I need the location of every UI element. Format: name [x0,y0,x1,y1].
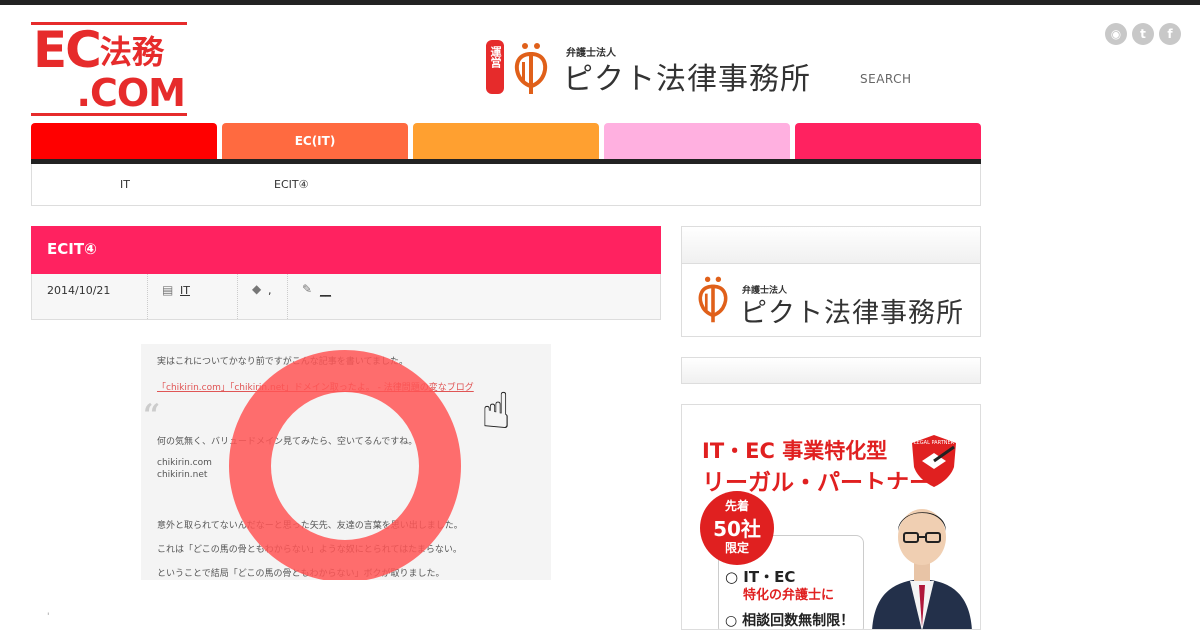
nav-tab-1[interactable] [31,123,217,159]
post-category-cell: ▤ IT [148,274,238,319]
quote-icon: “ [143,398,161,433]
post-tags-cell: ◆ , [238,274,288,319]
lawyer-photo [864,489,980,629]
firm-logo-icon [698,276,728,323]
breadcrumb: IT ECIT④ [31,164,981,206]
red-ring-highlight [229,350,461,580]
post-header: ECIT④ [31,226,661,274]
post-tags: , [268,284,272,297]
site-logo[interactable]: EC法務 .COM [31,22,187,116]
twitter-icon[interactable]: t [1132,23,1154,45]
post-meta: 2014/10/21 ▤ IT ◆ , ✎ __ [31,274,661,320]
widget-firm-name: ピクト法律事務所 [740,298,964,329]
content-marker: ' [47,612,50,622]
logo-jp: 法務 [99,33,164,71]
post-author-cell: ✎ __ [288,274,368,319]
breadcrumb-item-current: ECIT④ [274,178,309,191]
post-date-cell: 2014/10/21 [32,274,148,319]
widget-header [682,358,980,383]
post-author[interactable]: __ [320,284,331,297]
ad-headline-1: IT・EC 事業特化型 [702,439,888,463]
image-text-line: chikirin.net [157,470,208,480]
rss-icon[interactable]: ◉ [1105,23,1127,45]
limited-offer-badge: 先着 50社 限定 [700,491,774,565]
pencil-icon: ✎ [302,282,313,296]
breadcrumb-item-it[interactable]: IT [120,178,130,191]
post-title: ECIT④ [47,240,97,258]
legal-partner-shield-icon: LEGAL PARTNER [912,435,956,487]
legal-partner-ad[interactable]: IT・EC 事業特化型 リーガル・パートナー LEGAL PARTNER ○ I… [681,404,981,630]
nav-tab-5[interactable] [795,123,981,159]
search-link[interactable]: SEARCH [860,72,912,86]
sidebar-firm-widget[interactable]: 弁護士法人 ピクト法律事務所 [681,226,981,337]
image-text-line: chikirin.com [157,458,212,468]
ad-point-2: ○ 相談回数無制限！ [725,613,855,629]
top-bar [0,0,1200,5]
firm-logo-icon[interactable] [512,42,550,94]
facebook-icon[interactable]: f [1159,23,1181,45]
pointer-hand-icon: ☝ [481,382,512,440]
post-image: 実はこれについてかなり前ですがこんな記事を書いてました。 「chikirin.c… [141,344,551,580]
folder-icon: ▤ [162,283,174,297]
nav-tab-3[interactable] [413,123,599,159]
logo-com: .COM [76,71,186,115]
nav-tab-4[interactable] [604,123,790,159]
nav-tab-ec-it[interactable]: EC(IT) [222,123,408,159]
firm-name[interactable]: ピクト法律事務所 [563,54,811,98]
ad-point-1-sub: 特化の弁護士に [743,588,835,603]
post-date: 2014/10/21 [47,284,111,297]
tag-icon: ◆ [252,282,262,296]
svg-text:LEGAL PARTNER: LEGAL PARTNER [914,440,955,446]
widget-header [682,227,980,264]
post-category[interactable]: IT [180,284,190,297]
operated-by-badge: 運営 [486,40,504,94]
sidebar-empty-widget [681,357,981,384]
